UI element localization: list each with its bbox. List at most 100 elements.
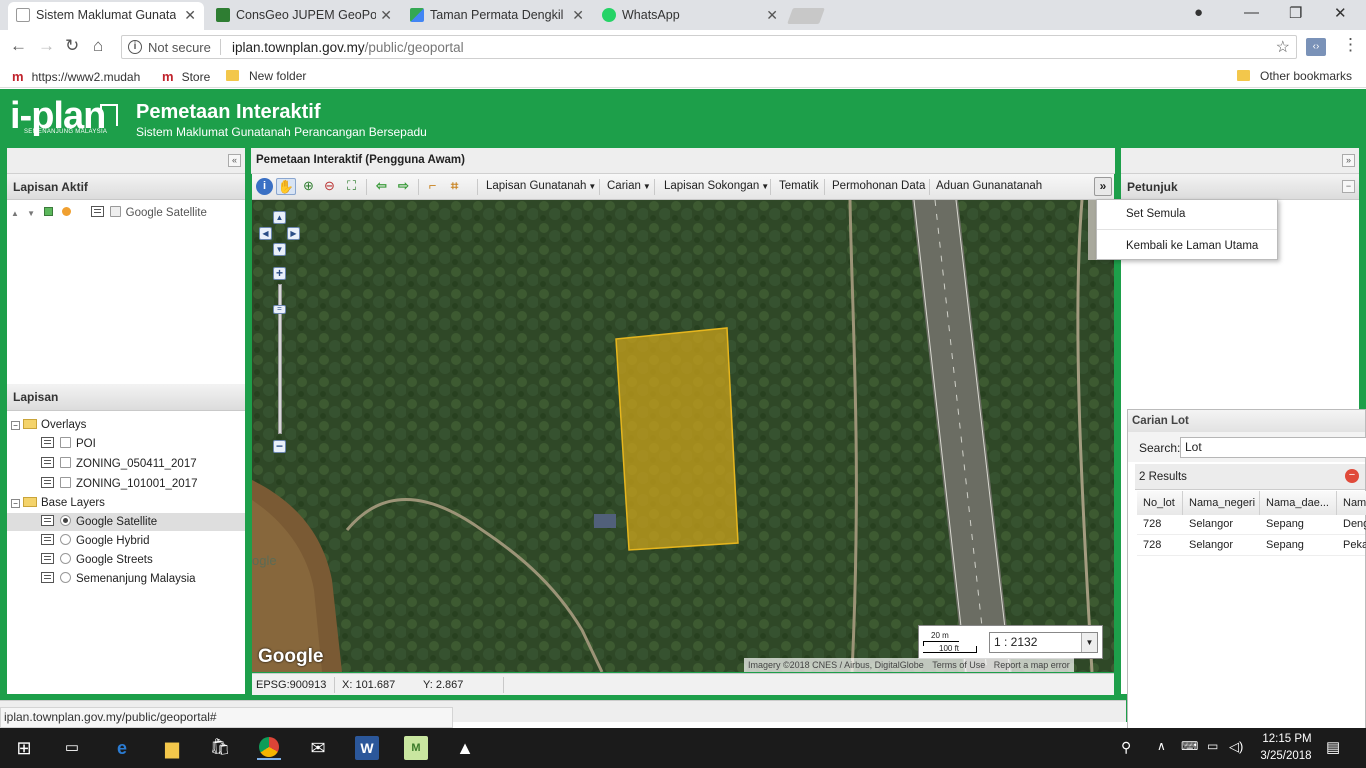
collapse-icon[interactable]: −: [1342, 180, 1355, 193]
active-layer-row[interactable]: ▲ ▼ Google Satellite: [11, 204, 207, 222]
move-down-icon[interactable]: ▼: [27, 209, 35, 218]
layer-radio[interactable]: [60, 553, 71, 564]
close-icon[interactable]: ✕: [572, 2, 584, 28]
people-icon[interactable]: ⚲: [1121, 739, 1131, 756]
zoom-out-icon[interactable]: ⊖: [321, 178, 338, 195]
reload-icon[interactable]: ↻: [65, 36, 79, 56]
notifications-icon[interactable]: ▤: [1326, 738, 1340, 756]
info-icon[interactable]: i: [128, 40, 142, 54]
bookmark-mudah[interactable]: m https://www2.mudah: [12, 69, 140, 84]
menu-lapisan-gunatanah[interactable]: Lapisan Gunatanah ▼: [486, 180, 596, 192]
pan-hand-icon[interactable]: ✋: [276, 178, 296, 195]
collapse-node-icon[interactable]: −: [11, 499, 20, 508]
menu-permohonan-data[interactable]: Permohonan Data: [832, 180, 925, 192]
file-explorer-icon[interactable]: ▆: [160, 736, 184, 760]
lot-parcel[interactable]: [252, 200, 1114, 672]
home-icon[interactable]: ⌂: [93, 36, 103, 56]
windows-start-icon[interactable]: ⊞: [12, 736, 36, 760]
full-extent-icon[interactable]: ⛶: [343, 178, 360, 195]
network-icon[interactable]: ▭: [1207, 739, 1218, 753]
column-header[interactable]: Nama_dae...: [1260, 491, 1337, 515]
previous-extent-icon[interactable]: ⇦: [373, 178, 390, 195]
pan-up-icon[interactable]: ▲: [273, 211, 286, 224]
terms-link[interactable]: Terms of Use: [932, 660, 985, 670]
photos-icon[interactable]: ▲: [453, 736, 477, 760]
measure-icon[interactable]: ⌐: [424, 178, 441, 195]
report-link[interactable]: Report a map error: [994, 660, 1070, 670]
pan-down-icon[interactable]: ▼: [273, 243, 286, 256]
info-icon[interactable]: i: [256, 178, 273, 195]
profile-icon[interactable]: ●: [1194, 4, 1203, 21]
menu-item-kembali[interactable]: Kembali ke Laman Utama: [1126, 240, 1258, 252]
layer-checkbox[interactable]: [60, 477, 71, 488]
layer-radio[interactable]: [60, 515, 71, 526]
column-header[interactable]: No_lot: [1137, 491, 1183, 515]
minimize-icon[interactable]: —: [1244, 4, 1259, 21]
next-extent-icon[interactable]: ⇨: [395, 178, 412, 195]
zoom-slider-handle[interactable]: =: [273, 305, 286, 314]
move-up-icon[interactable]: ▲: [11, 209, 19, 218]
close-icon[interactable]: ✕: [766, 2, 778, 28]
window-close-icon[interactable]: ✕: [1334, 4, 1347, 22]
other-bookmarks[interactable]: Other bookmarks: [1237, 69, 1352, 83]
zoom-in-icon[interactable]: ⊕: [300, 178, 317, 195]
close-icon[interactable]: ✕: [380, 2, 392, 28]
bookmark-star-icon[interactable]: ☆: [1276, 37, 1290, 57]
tab-2[interactable]: ConsGeo JUPEM GeoPortal ✕: [208, 2, 400, 30]
forward-icon[interactable]: →: [38, 36, 55, 56]
menu-tematik[interactable]: Tematik: [779, 180, 819, 192]
overlay-zoning-101001[interactable]: ZONING_101001_2017: [41, 475, 197, 493]
tab-3[interactable]: Taman Permata Dengkil ✕: [402, 2, 592, 30]
volume-icon[interactable]: ◁): [1229, 739, 1243, 755]
pan-left-icon[interactable]: ◀: [259, 227, 272, 240]
map-canvas[interactable]: ▲ ◀ ▶ ▼ + = − Google ogle 20 m 100 ft 1 …: [252, 200, 1114, 672]
omnibox[interactable]: i Not secure iplan.townplan.gov.my/publi…: [121, 35, 1297, 59]
bookmark-new-folder[interactable]: New folder: [226, 69, 306, 83]
menu-icon[interactable]: ⋮: [1342, 35, 1359, 55]
mail-icon[interactable]: ✉: [306, 736, 330, 760]
store-icon[interactable]: 🛍: [208, 736, 232, 760]
base-google-hybrid[interactable]: Google Hybrid: [41, 532, 150, 550]
clock-date[interactable]: 3/25/2018: [1254, 750, 1318, 762]
remove-icon[interactable]: [62, 207, 72, 216]
layer-checkbox[interactable]: [60, 457, 71, 468]
layer-radio[interactable]: [60, 534, 71, 545]
tab-4[interactable]: WhatsApp ✕: [594, 2, 786, 30]
base-google-streets[interactable]: Google Streets: [41, 551, 153, 569]
zoom-out-icon[interactable]: −: [273, 440, 286, 453]
word-icon[interactable]: W: [355, 736, 379, 760]
collapse-left-icon[interactable]: «: [228, 154, 241, 167]
task-view-icon[interactable]: ▭: [60, 736, 84, 760]
search-input[interactable]: Lot: [1180, 437, 1366, 458]
table-row[interactable]: 728 Selangor Sepang Peka: [1137, 535, 1366, 556]
tray-chevron-icon[interactable]: ∧: [1157, 739, 1166, 753]
measure-area-icon[interactable]: ⌗: [446, 178, 463, 195]
ime-icon[interactable]: ⌨: [1181, 739, 1198, 753]
menu-item-set-semula[interactable]: Set Semula: [1126, 208, 1185, 220]
menu-aduan-gunanatanah[interactable]: Aduan Gunanatanah: [936, 180, 1042, 192]
properties-icon[interactable]: [44, 207, 54, 216]
zoom-in-icon[interactable]: +: [273, 267, 286, 280]
clock-time[interactable]: 12:15 PM: [1256, 733, 1318, 745]
clear-results-icon[interactable]: −: [1345, 469, 1359, 483]
layer-checkbox[interactable]: [60, 437, 71, 448]
close-icon[interactable]: ✕: [184, 2, 196, 28]
chevron-down-icon[interactable]: ▼: [1081, 633, 1097, 652]
overlay-poi[interactable]: POI: [41, 435, 96, 453]
layer-radio[interactable]: [60, 572, 71, 583]
edge-icon[interactable]: e: [110, 736, 134, 760]
back-icon[interactable]: ←: [10, 36, 27, 56]
menu-lapisan-sokongan[interactable]: Lapisan Sokongan ▼: [664, 180, 769, 192]
overlay-zoning-050411[interactable]: ZONING_050411_2017: [41, 455, 197, 473]
overlays-node[interactable]: − Overlays: [11, 416, 86, 434]
extension-icon[interactable]: ‹›: [1306, 38, 1326, 56]
menu-carian[interactable]: Carian ▼: [607, 180, 651, 192]
pan-right-icon[interactable]: ▶: [287, 227, 300, 240]
column-header[interactable]: Nam: [1337, 491, 1366, 515]
app-icon[interactable]: M: [404, 736, 428, 760]
base-layers-node[interactable]: − Base Layers: [11, 494, 105, 512]
new-tab-button[interactable]: [787, 8, 825, 24]
base-google-satellite[interactable]: Google Satellite: [7, 513, 245, 531]
layer-checkbox[interactable]: [109, 206, 121, 217]
scale-select[interactable]: 1 : 2132 ▼: [989, 632, 1098, 653]
